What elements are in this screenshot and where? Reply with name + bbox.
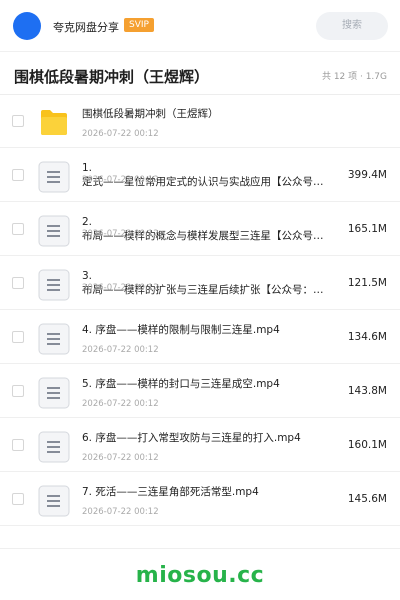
list-item[interactable]: 5. 序盘——模样的封口与三连星成空.mp4 2026-07-22 00:12 … (0, 365, 400, 418)
folder-meta: 共 12 项 · 1.7G (321, 72, 387, 82)
select-checkbox[interactable] (12, 169, 24, 181)
file-size: 160.1M (347, 439, 387, 451)
select-checkbox[interactable] (12, 493, 24, 505)
file-time: 2026-07-22 00:12 (82, 507, 159, 517)
file-time: 2026-07-22 00:12 (82, 129, 159, 139)
share-owner-name: 夸克网盘分享 (53, 21, 119, 34)
select-checkbox[interactable] (12, 277, 24, 289)
file-size: 134.6M (347, 331, 387, 343)
bottom-divider (0, 548, 400, 549)
list-item[interactable]: 2. 布局——模样的概念与模样发展型三连星【公众号… 2026-07-22 00… (0, 203, 400, 256)
page-title: 围棋低段暑期冲刺（王煜辉） (14, 68, 210, 86)
select-checkbox[interactable] (12, 439, 24, 451)
list-item[interactable]: 7. 死活——三连星角部死活常型.mp4 2026-07-22 00:12 14… (0, 473, 400, 526)
document-icon (38, 269, 70, 301)
select-checkbox[interactable] (12, 223, 24, 235)
file-time: 2026-07-22 00:12 (82, 453, 159, 463)
file-size: 143.8M (347, 385, 387, 397)
folder-icon (38, 107, 70, 139)
list-item[interactable]: 4. 序盘——模样的限制与限制三连星.mp4 2026-07-22 00:12 … (0, 311, 400, 364)
vip-badge: SVIP (124, 18, 154, 32)
file-time: 2026-07-22 00:12 (82, 399, 159, 409)
file-name: 7. 死活——三连星角部死活常型.mp4 (82, 486, 259, 498)
avatar[interactable] (13, 12, 41, 40)
file-time: 2026-07-22 00:12 (82, 345, 159, 355)
list-item[interactable]: 6. 序盘——打入常型攻防与三连星的打入.mp4 2026-07-22 00:1… (0, 419, 400, 472)
header-divider (0, 51, 400, 52)
file-time: 2026-07-22 00:12 (82, 229, 159, 239)
search-input[interactable]: 搜索 (316, 12, 388, 40)
select-checkbox[interactable] (12, 115, 24, 127)
document-icon (38, 161, 70, 193)
document-icon (38, 377, 70, 409)
file-size: 399.4M (347, 169, 387, 181)
document-icon (38, 215, 70, 247)
document-icon (38, 485, 70, 517)
document-icon (38, 431, 70, 463)
list-item[interactable]: 围棋低段暑期冲刺（王煜辉） 2026-07-22 00:12 (0, 95, 400, 148)
file-name: 6. 序盘——打入常型攻防与三连星的打入.mp4 (82, 432, 301, 444)
file-name: 围棋低段暑期冲刺（王煜辉） (82, 108, 219, 120)
list-item[interactable]: 3. 布局——模样的扩张与三连星后续扩张【公众号：… 2026-07-22 00… (0, 257, 400, 310)
document-icon (38, 323, 70, 355)
file-size: 121.5M (347, 277, 387, 289)
site-watermark: miosou.cc (135, 563, 265, 588)
file-size: 165.1M (347, 223, 387, 235)
list-item[interactable]: 1. 定式——星位常用定式的认识与实战应用【公众号… 2026-07-22 00… (0, 149, 400, 202)
file-time: 2026-07-22 00:12 (82, 175, 159, 185)
select-checkbox[interactable] (12, 331, 24, 343)
file-name: 4. 序盘——模样的限制与限制三连星.mp4 (82, 324, 280, 336)
file-size: 145.6M (347, 493, 387, 505)
header-bar: 夸克网盘分享 SVIP 搜索 (0, 0, 400, 52)
select-checkbox[interactable] (12, 385, 24, 397)
file-name: 5. 序盘——模样的封口与三连星成空.mp4 (82, 378, 280, 390)
file-time: 2026-07-22 00:12 (82, 283, 159, 293)
